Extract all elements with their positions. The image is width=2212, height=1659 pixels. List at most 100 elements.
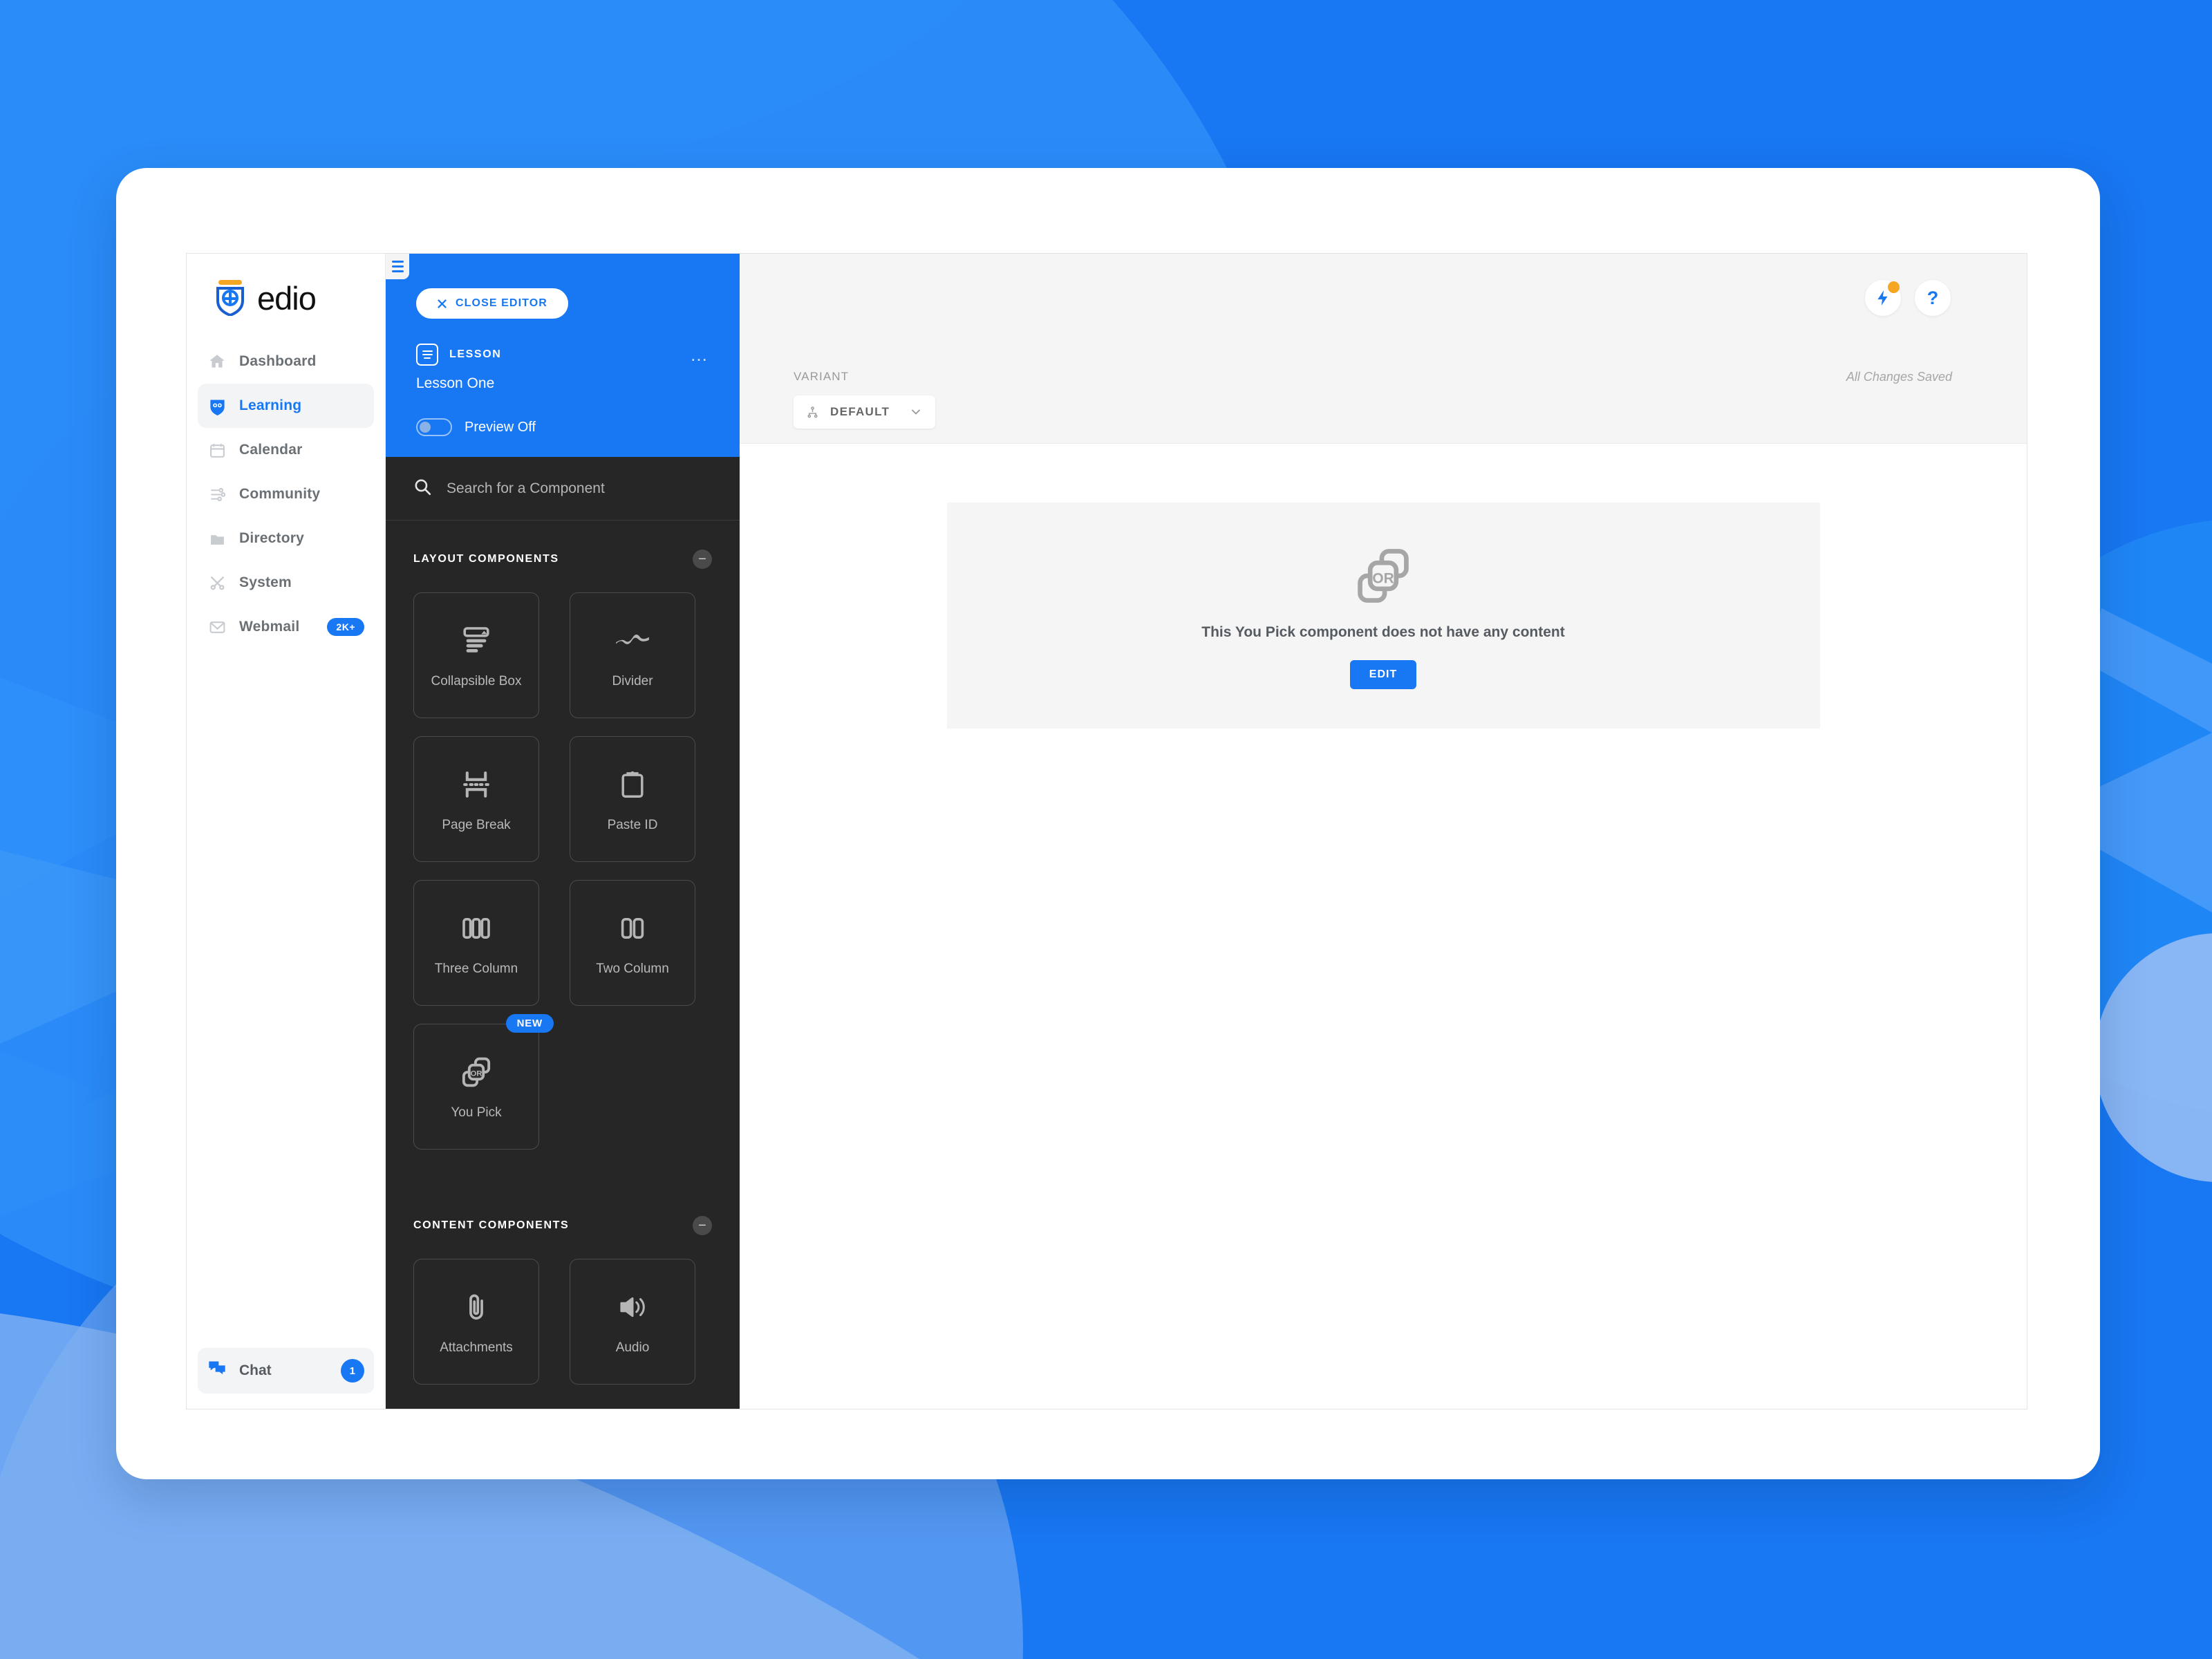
component-card-three-column[interactable]: Three Column [413, 880, 539, 1006]
lesson-document-icon [416, 344, 438, 366]
lesson-title: Lesson One [416, 375, 495, 391]
community-icon [207, 485, 227, 504]
you-pick-or-icon: OR [457, 1053, 496, 1091]
new-badge: NEW [505, 1014, 554, 1033]
component-card-label: Paste ID [607, 818, 658, 832]
svg-text:OR: OR [1372, 570, 1394, 586]
chat-bubbles-icon [207, 1359, 227, 1382]
component-card-page-break[interactable]: Page Break [413, 736, 539, 862]
preview-toggle[interactable] [416, 418, 452, 436]
two-column-icon [613, 909, 652, 948]
envelope-icon [207, 617, 227, 637]
divider-icon [613, 621, 652, 660]
editor-header: CLOSE EDITOR LESSON … Lesson One Preview… [386, 254, 740, 457]
empty-component-placeholder: OR This You Pick component does not have… [946, 503, 1820, 729]
components-scroll-area[interactable]: LAYOUT COMPONENTS − Collapsible Box Divi… [386, 521, 740, 1409]
layout-components-grid: Collapsible Box Divider Page Break Paste… [413, 592, 712, 1150]
app-window: edio Dashboard Learning Calendar Communi… [186, 253, 2027, 1409]
section-title: LAYOUT COMPONENTS [413, 553, 559, 565]
sidebar-item-label: Community [239, 486, 321, 502]
quick-actions-button[interactable] [1865, 280, 1901, 316]
chat-label: Chat [239, 1362, 272, 1378]
component-card-two-column[interactable]: Two Column [570, 880, 695, 1006]
sidebar-nav-list: Dashboard Learning Calendar Community Di… [187, 335, 385, 649]
component-card-label: Collapsible Box [431, 674, 522, 688]
ellipsis-icon[interactable]: … [690, 345, 709, 364]
preview-toggle-label: Preview Off [465, 419, 536, 435]
close-editor-button[interactable]: CLOSE EDITOR [416, 288, 568, 319]
search-input-placeholder: Search for a Component [447, 480, 605, 496]
search-icon [413, 478, 431, 499]
content-components-grid: Attachments Audio [413, 1259, 712, 1385]
sidebar-item-learning[interactable]: Learning [198, 384, 374, 428]
sidebar-item-directory[interactable]: Directory [198, 516, 374, 561]
preview-toggle-row: Preview Off [416, 418, 709, 436]
directory-icon [207, 529, 227, 548]
collapse-section-button[interactable]: − [693, 1216, 712, 1235]
component-card-attachments[interactable]: Attachments [413, 1259, 539, 1385]
sidebar-item-webmail[interactable]: Webmail 2K+ [198, 605, 374, 649]
sidebar-item-label: Webmail [239, 619, 300, 635]
layout-components-header: LAYOUT COMPONENTS − [413, 550, 712, 569]
you-pick-or-icon: OR [1350, 543, 1416, 609]
tools-icon [207, 573, 227, 592]
component-card-audio[interactable]: Audio [570, 1259, 695, 1385]
empty-state-message: This You Pick component does not have an… [1201, 624, 1565, 640]
section-title: CONTENT COMPONENTS [413, 1219, 570, 1231]
component-card-you-pick[interactable]: NEW OR You Pick [413, 1014, 554, 1150]
toolbar-icon-group: ? [1865, 280, 1951, 316]
lesson-type-label: LESSON [449, 348, 502, 360]
edit-component-button[interactable]: EDIT [1349, 659, 1417, 689]
sidebar-item-label: Learning [239, 397, 302, 413]
svg-text:OR: OR [470, 1070, 482, 1078]
component-card-label: Attachments [440, 1340, 513, 1355]
owl-shield-icon [207, 396, 227, 415]
sidebar-item-community[interactable]: Community [198, 472, 374, 516]
close-editor-label: CLOSE EDITOR [456, 297, 547, 309]
component-card-label: Two Column [596, 962, 669, 976]
page-break-icon [457, 765, 496, 804]
sidebar-item-label: Calendar [239, 442, 303, 458]
edio-shield-icon [214, 280, 247, 317]
menu-toggle-icon[interactable] [386, 254, 409, 279]
calendar-icon [207, 440, 227, 460]
variant-value: DEFAULT [830, 405, 890, 418]
component-card-collapsible-box[interactable]: Collapsible Box [413, 592, 539, 718]
save-status: All Changes Saved [1846, 370, 1952, 384]
speaker-icon [613, 1288, 652, 1327]
component-search[interactable]: Search for a Component [386, 457, 740, 521]
sidebar-item-label: Dashboard [239, 353, 317, 369]
three-column-icon [457, 909, 496, 948]
collapse-section-button[interactable]: − [693, 550, 712, 569]
component-card-divider[interactable]: Divider [570, 592, 695, 718]
main-content: ? VARIANT DEFAULT All Changes Saved OR T… [740, 254, 2027, 1409]
sidebar-item-dashboard[interactable]: Dashboard [198, 339, 374, 384]
content-components-header: CONTENT COMPONENTS − [413, 1216, 712, 1235]
chevron-down-icon [912, 409, 921, 415]
variant-label: VARIANT [794, 370, 850, 383]
notification-dot [1888, 281, 1900, 293]
component-card-label: Page Break [442, 818, 511, 832]
sidebar-item-label: System [239, 574, 292, 590]
brand-logo[interactable]: edio [187, 254, 385, 335]
sidebar-item-chat[interactable]: Chat 1 [198, 1348, 374, 1394]
brand-name: edio [257, 279, 317, 317]
collapsible-box-icon [457, 621, 496, 660]
editor-canvas: OR This You Pick component does not have… [740, 444, 2027, 1409]
main-toolbar: ? VARIANT DEFAULT All Changes Saved [740, 254, 2027, 444]
close-icon [438, 299, 447, 308]
sidebar-item-system[interactable]: System [198, 561, 374, 605]
clipboard-icon [613, 765, 652, 804]
help-button[interactable]: ? [1915, 280, 1951, 316]
component-card-label: Divider [612, 674, 653, 688]
chat-badge: 1 [341, 1359, 364, 1382]
sidebar-item-calendar[interactable]: Calendar [198, 428, 374, 472]
component-card-label: Audio [615, 1340, 650, 1355]
left-sidebar: edio Dashboard Learning Calendar Communi… [187, 254, 386, 1409]
device-frame: edio Dashboard Learning Calendar Communi… [116, 168, 2100, 1479]
question-mark-icon: ? [1927, 287, 1939, 308]
sitemap-icon [807, 406, 818, 418]
variant-dropdown[interactable]: DEFAULT [794, 395, 936, 429]
component-card-label: You Pick [451, 1105, 502, 1120]
component-card-paste-id[interactable]: Paste ID [570, 736, 695, 862]
